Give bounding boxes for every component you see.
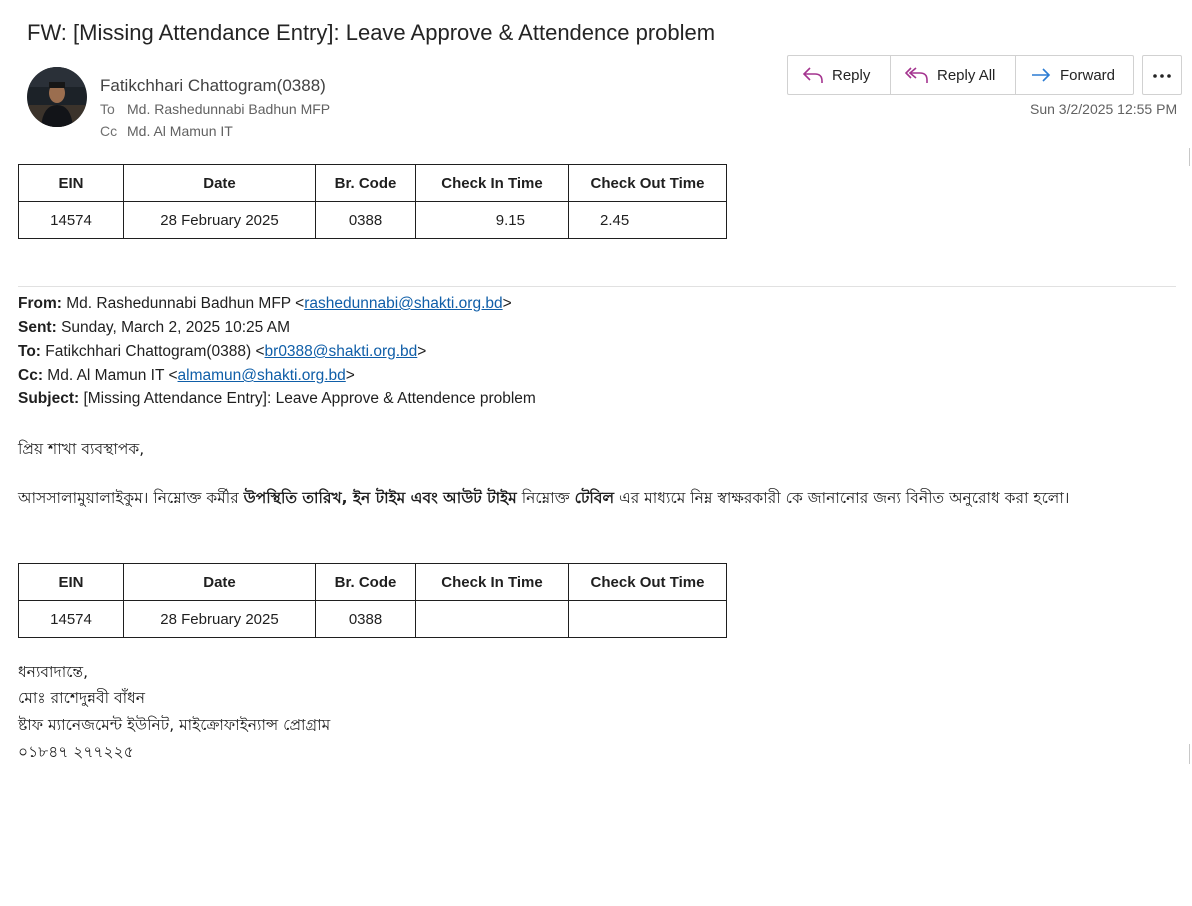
fwd-to-bracket: >: [417, 343, 427, 360]
reply-button[interactable]: Reply: [788, 56, 891, 94]
fwd-to-email-link[interactable]: br0388@shakti.org.bd: [265, 343, 418, 360]
table-row: 14574 28 February 2025 0388 9.15 2.45: [18, 201, 727, 239]
table-row: 14574 28 February 2025 0388: [18, 600, 727, 638]
fwd-to-name: Fatikchhari Chattogram(0388) <: [45, 343, 265, 360]
scrollbar-track-bottom[interactable]: [1189, 744, 1190, 764]
signature-unit: ষ্টাফ ম্যানেজমেন্ট ইউনিট, মাইক্রোফাইন্যা…: [18, 716, 331, 734]
fwd-from-name: Md. Rashedunnabi Badhun MFP <: [66, 295, 305, 312]
cell-date: 28 February 2025: [123, 201, 316, 239]
cell-ein: 14574: [18, 201, 124, 239]
fwd-cc-email-link[interactable]: almamun@shakti.org.bd: [178, 367, 346, 384]
cell-date: 28 February 2025: [123, 600, 316, 638]
signature-name: মোঃ রাশেদুন্নবী বাঁধন: [18, 689, 146, 707]
para-part-2: নিম্নোক্ত: [516, 489, 575, 507]
sender-name[interactable]: Fatikchhari Chattogram(0388): [100, 76, 326, 96]
sender-avatar[interactable]: [27, 67, 87, 127]
fwd-sent-label: Sent:: [18, 319, 57, 336]
fwd-subject-value: [Missing Attendance Entry]: Leave Approv…: [83, 390, 536, 407]
cell-ein: 14574: [18, 600, 124, 638]
fwd-sent-value: Sunday, March 2, 2025 10:25 AM: [61, 319, 290, 336]
greeting: প্রিয় শাখা ব্যবস্থাপক,: [18, 440, 145, 458]
header-check-out: Check Out Time: [568, 164, 727, 202]
cell-check-in: 9.15: [415, 201, 569, 239]
forward-divider: [18, 286, 1176, 287]
email-subject: FW: [Missing Attendance Entry]: Leave Ap…: [27, 20, 716, 45]
fwd-sent-line: Sent: Sunday, March 2, 2025 10:25 AM: [18, 319, 290, 337]
cc-line: Cc Md. Al Mamun IT: [100, 123, 233, 139]
attendance-table-bottom: EIN Date Br. Code Check In Time Check Ou…: [18, 563, 727, 638]
to-recipient[interactable]: Md. Rashedunnabi Badhun MFP: [127, 101, 330, 117]
fwd-from-bracket: >: [502, 295, 512, 312]
header-date: Date: [123, 164, 316, 202]
header-ein: EIN: [18, 164, 124, 202]
received-datetime: Sun 3/2/2025 12:55 PM: [1030, 101, 1178, 117]
fwd-from-label: From:: [18, 295, 62, 312]
signature-phone: ০১৮৪৭ ২৭৭২২৫: [18, 743, 134, 761]
to-line: To Md. Rashedunnabi Badhun MFP: [100, 101, 330, 117]
cell-br-code: 0388: [315, 201, 416, 239]
fwd-cc-name: Md. Al Mamun IT <: [47, 367, 178, 384]
cell-br-code: 0388: [315, 600, 416, 638]
fwd-to-line: To: Fatikchhari Chattogram(0388) <br0388…: [18, 343, 426, 361]
request-paragraph: আসসালামুয়ালাইকুম। নিম্নোক্ত কর্মীর উপস্…: [18, 484, 1123, 512]
reply-icon: [802, 65, 824, 85]
para-bold-2: টেবিল: [574, 489, 615, 507]
cell-check-out: [568, 600, 727, 638]
fwd-from-line: From: Md. Rashedunnabi Badhun MFP <rashe…: [18, 295, 512, 313]
header-ein: EIN: [18, 563, 124, 601]
header-date: Date: [123, 563, 316, 601]
header-check-in: Check In Time: [415, 164, 569, 202]
more-icon: [1152, 66, 1172, 84]
para-part-1: আসসালামুয়ালাইকুম। নিম্নোক্ত কর্মীর: [18, 489, 244, 507]
para-part-3: এর মাধ্যমে নিম্ন স্বাক্ষরকারী কে জানানোর…: [614, 489, 1070, 507]
to-label: To: [100, 101, 115, 117]
fwd-from-email-link[interactable]: rashedunnabi@shakti.org.bd: [304, 295, 502, 312]
reply-all-icon: [905, 65, 929, 85]
message-actions: Reply Reply All Forward: [787, 55, 1134, 95]
fwd-cc-bracket: >: [345, 367, 355, 384]
reply-all-button[interactable]: Reply All: [891, 56, 1016, 94]
fwd-cc-line: Cc: Md. Al Mamun IT <almamun@shakti.org.…: [18, 367, 355, 385]
para-bold-1: উপস্থিতি তারিখ, ইন টাইম এবং আউট টাইম: [243, 489, 517, 507]
fwd-subject-line: Subject: [Missing Attendance Entry]: Lea…: [18, 390, 536, 408]
header-check-in: Check In Time: [415, 563, 569, 601]
forward-button[interactable]: Forward: [1016, 56, 1133, 94]
fwd-cc-label: Cc:: [18, 367, 43, 384]
forward-label: Forward: [1060, 66, 1116, 84]
table-header-row: EIN Date Br. Code Check In Time Check Ou…: [18, 563, 727, 601]
cc-label: Cc: [100, 123, 118, 139]
signature-thanks: ধন্যবাদান্তে,: [18, 663, 89, 681]
reply-all-label: Reply All: [937, 66, 996, 84]
fwd-subject-label: Subject:: [18, 390, 80, 407]
more-actions-button[interactable]: [1142, 55, 1182, 95]
cell-check-out: 2.45: [568, 201, 727, 239]
table-header-row: EIN Date Br. Code Check In Time Check Ou…: [18, 164, 727, 202]
fwd-to-label: To:: [18, 343, 41, 360]
cell-check-in: [415, 600, 569, 638]
header-br-code: Br. Code: [315, 563, 416, 601]
scrollbar-track-top[interactable]: [1189, 148, 1190, 166]
reply-label: Reply: [832, 66, 871, 84]
forward-icon: [1030, 65, 1052, 85]
cc-recipient[interactable]: Md. Al Mamun IT: [127, 123, 233, 139]
attendance-table-top: EIN Date Br. Code Check In Time Check Ou…: [18, 164, 727, 239]
header-br-code: Br. Code: [315, 164, 416, 202]
header-check-out: Check Out Time: [568, 563, 727, 601]
